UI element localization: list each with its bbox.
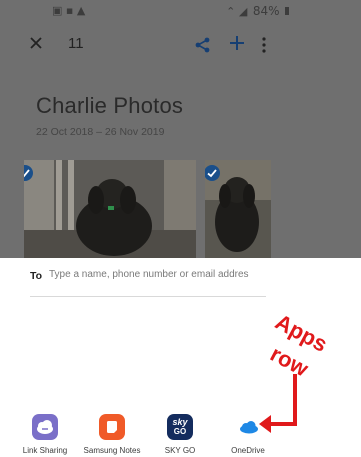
notification-icons: ▣ ▪ ▲ [52, 4, 86, 17]
signal-icons: ⌃ ◢ [226, 5, 248, 18]
sky-logo-text: sky [172, 417, 188, 427]
app-label: OneDrive [231, 446, 265, 455]
samsung-notes-icon [99, 414, 125, 440]
app-label: Link Sharing [22, 446, 68, 455]
album-title: Charlie Photos [36, 93, 184, 118]
photo-thumbnail[interactable] [205, 160, 271, 258]
app-samsung-notes[interactable]: Samsung Notes [77, 414, 147, 455]
status-bar: ▣ ▪ ▲ ⌃ ◢ 84% [0, 0, 361, 22]
battery-percent: 84% [252, 4, 280, 18]
more-vertical-icon[interactable] [260, 36, 268, 54]
status-right: ⌃ ◢ 84% [226, 4, 289, 18]
photos-background: ▣ ▪ ▲ ⌃ ◢ 84% 11 Charlie Photos 22 Oct 2… [0, 0, 361, 258]
selected-check-icon [24, 165, 33, 181]
to-label: To [30, 270, 43, 282]
sky-go-icon: sky GO [167, 414, 193, 440]
selected-count: 11 [68, 35, 84, 52]
photo-thumbnail[interactable] [24, 160, 196, 258]
go-logo-text: GO [173, 427, 187, 436]
app-sky-go[interactable]: sky GO SKY GO [145, 414, 215, 455]
share-icon[interactable] [194, 36, 212, 54]
album-dates: 22 Oct 2018 – 26 Nov 2019 [36, 126, 165, 138]
app-link-sharing[interactable]: Link Sharing [10, 414, 80, 455]
recipient-input[interactable]: Type a name, phone number or email addre… [49, 269, 263, 280]
link-sharing-icon [32, 414, 58, 440]
selected-check-icon [205, 165, 220, 181]
close-icon[interactable] [27, 34, 45, 52]
annotation-arrow-icon [259, 374, 297, 433]
divider [30, 296, 266, 297]
plus-icon[interactable] [228, 34, 246, 52]
battery-icon [285, 7, 289, 15]
app-label: SKY GO [164, 446, 196, 455]
app-label: Samsung Notes [83, 446, 141, 455]
